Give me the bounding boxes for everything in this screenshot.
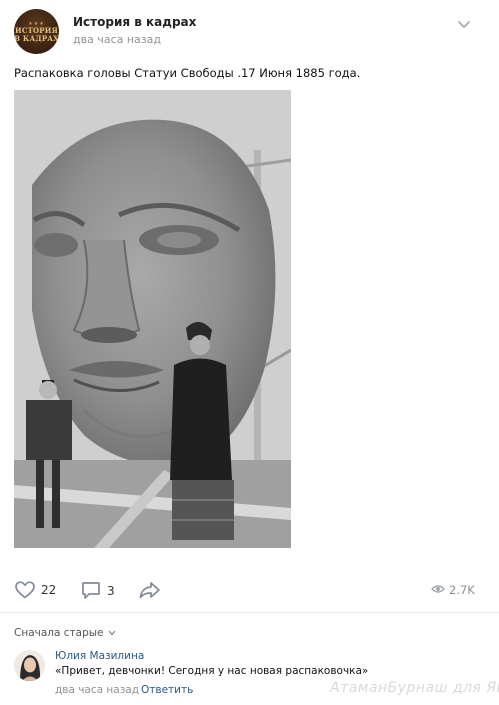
- sort-label: Сначала старые: [14, 627, 104, 639]
- commenter-avatar[interactable]: [14, 650, 45, 681]
- group-avatar[interactable]: ★★★ ИСТОРИЯ В КАДРАХ: [14, 9, 59, 54]
- chevron-down-icon: [104, 627, 116, 639]
- views-counter: 2.7K: [431, 583, 475, 597]
- group-name[interactable]: История в кадрах: [73, 15, 196, 29]
- divider: [0, 612, 499, 613]
- comments-sort-toggle[interactable]: Сначала старые: [14, 627, 116, 639]
- comment-button[interactable]: 3: [81, 581, 115, 600]
- comment-time[interactable]: два часа назад: [55, 684, 139, 696]
- heart-icon: [15, 581, 35, 599]
- comment-count: 3: [107, 583, 115, 598]
- watermark: АтаманБурнаш для ЯП: [330, 680, 499, 696]
- post-time[interactable]: два часа назад: [73, 33, 161, 46]
- share-icon: [139, 581, 161, 599]
- chevron-down-icon[interactable]: [456, 16, 472, 30]
- comment-icon: [81, 581, 101, 600]
- comment-author[interactable]: Юлия Мазилина: [55, 650, 144, 662]
- post-photo[interactable]: [14, 90, 291, 548]
- avatar-logo-line2: В КАДРАХ: [14, 33, 59, 43]
- post-text: Распаковка головы Статуи Свободы .17 Июн…: [14, 66, 361, 80]
- like-button[interactable]: 22: [15, 581, 56, 599]
- like-count: 22: [41, 583, 57, 597]
- reply-button[interactable]: Ответить: [141, 684, 193, 696]
- eye-icon: [431, 583, 445, 597]
- views-count: 2.7K: [449, 583, 475, 597]
- share-button[interactable]: [139, 581, 161, 599]
- comment-text: «Привет, девчонки! Сегодня у нас новая р…: [55, 665, 369, 677]
- statue-head-photo: [14, 90, 291, 548]
